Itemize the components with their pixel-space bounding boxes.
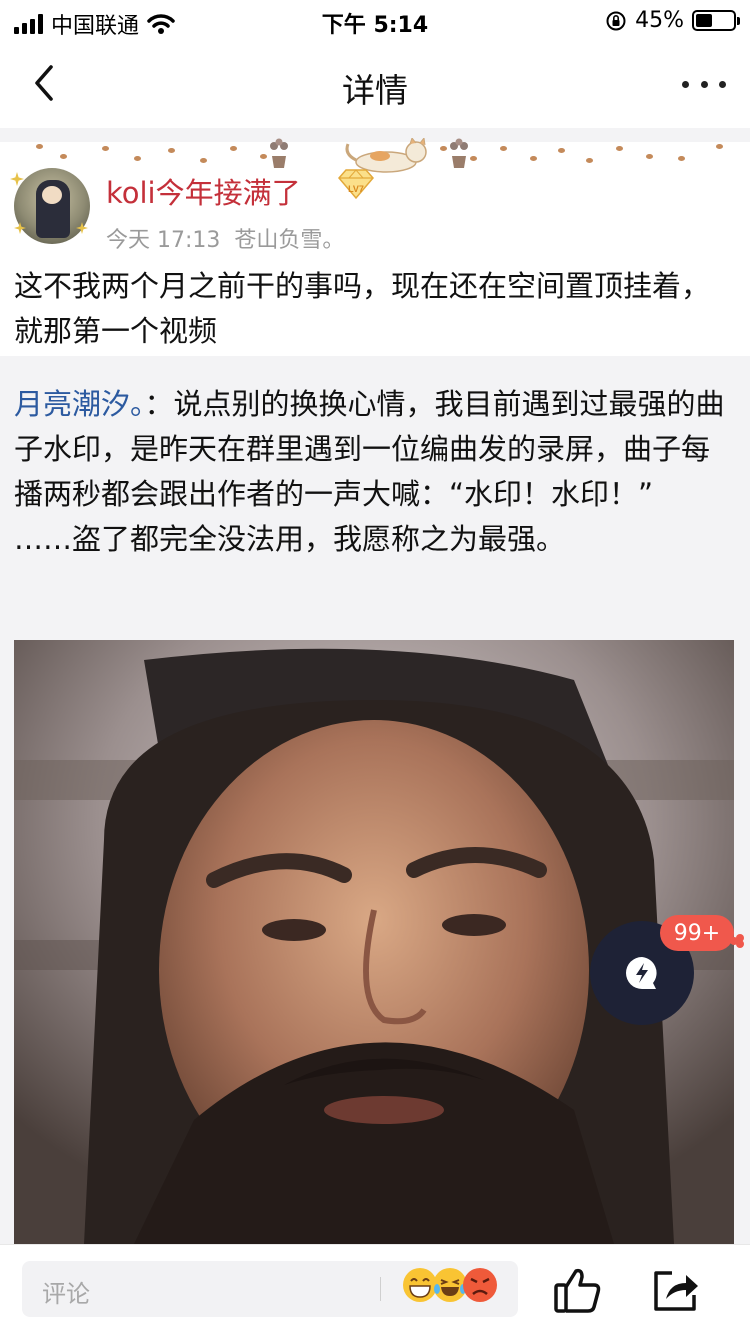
comment-input[interactable]: 评论 xyxy=(22,1261,518,1317)
quoted-author[interactable]: 月亮潮汐。 xyxy=(14,387,145,421)
lightning-chat-icon xyxy=(626,957,657,989)
emoji-picker[interactable] xyxy=(402,1267,497,1303)
flower-pot-icon xyxy=(270,138,288,168)
page-title: 详情 xyxy=(342,71,408,110)
status-bar: 中国联通 下午 5:14 45% xyxy=(0,0,750,40)
post-source[interactable]: 苍山负雪。 xyxy=(234,222,344,254)
star-decoration-icon xyxy=(14,222,26,234)
comment-placeholder: 评论 xyxy=(42,1280,90,1308)
share-icon xyxy=(654,1271,698,1311)
nav-bar: 详情 xyxy=(0,44,750,128)
quoted-body-line2: ……盗了都完全没法用，我愿称之为最强。 xyxy=(14,522,566,556)
more-dots-icon xyxy=(682,80,689,88)
thumbs-up-icon xyxy=(554,1268,601,1313)
post-meta: 今天 17:13 苍山负雪。 xyxy=(106,222,344,254)
battery-level-fill xyxy=(696,14,713,27)
level-crown-icon: LV7 xyxy=(338,169,374,200)
more-button[interactable] xyxy=(682,62,726,106)
level-badge-text: LV7 xyxy=(348,184,364,194)
username[interactable]: koli今年接满了 xyxy=(106,170,301,212)
battery-percent: 45% xyxy=(635,8,684,33)
post-header: koli今年接满了 LV7 今天 17:13 苍山负雪。 xyxy=(0,138,750,254)
status-right: 45% xyxy=(605,8,740,33)
angry-emoji-icon xyxy=(463,1268,497,1302)
quoted-post[interactable]: 月亮潮汐。：说点别的换换心情，我目前遇到过最强的曲子水印，是昨天在群里遇到一位编… xyxy=(0,356,750,1244)
post-timestamp: 今天 17:13 xyxy=(106,228,221,253)
quoted-text: 月亮潮汐。：说点别的换换心情，我目前遇到过最强的曲子水印，是昨天在群里遇到一位编… xyxy=(14,382,736,562)
divider xyxy=(380,1277,381,1301)
post-body: 这不我两个月之前干的事吗，现在还在空间置顶挂着，就那第一个视频 xyxy=(14,269,711,348)
notification-badge: 99+ xyxy=(660,915,734,951)
battery-icon xyxy=(692,10,740,31)
quoted-separator: ： xyxy=(144,387,174,421)
flower-pot-icon xyxy=(450,138,468,168)
flower-decoration-icon xyxy=(730,934,744,948)
bottom-bar: 评论 xyxy=(0,1244,750,1334)
like-button[interactable] xyxy=(552,1265,604,1315)
level-badge: LV7 xyxy=(336,168,376,206)
star-decoration-icon xyxy=(10,172,24,186)
orientation-lock-icon xyxy=(606,11,626,30)
share-button[interactable] xyxy=(650,1265,702,1315)
star-decoration-icon xyxy=(76,222,88,234)
